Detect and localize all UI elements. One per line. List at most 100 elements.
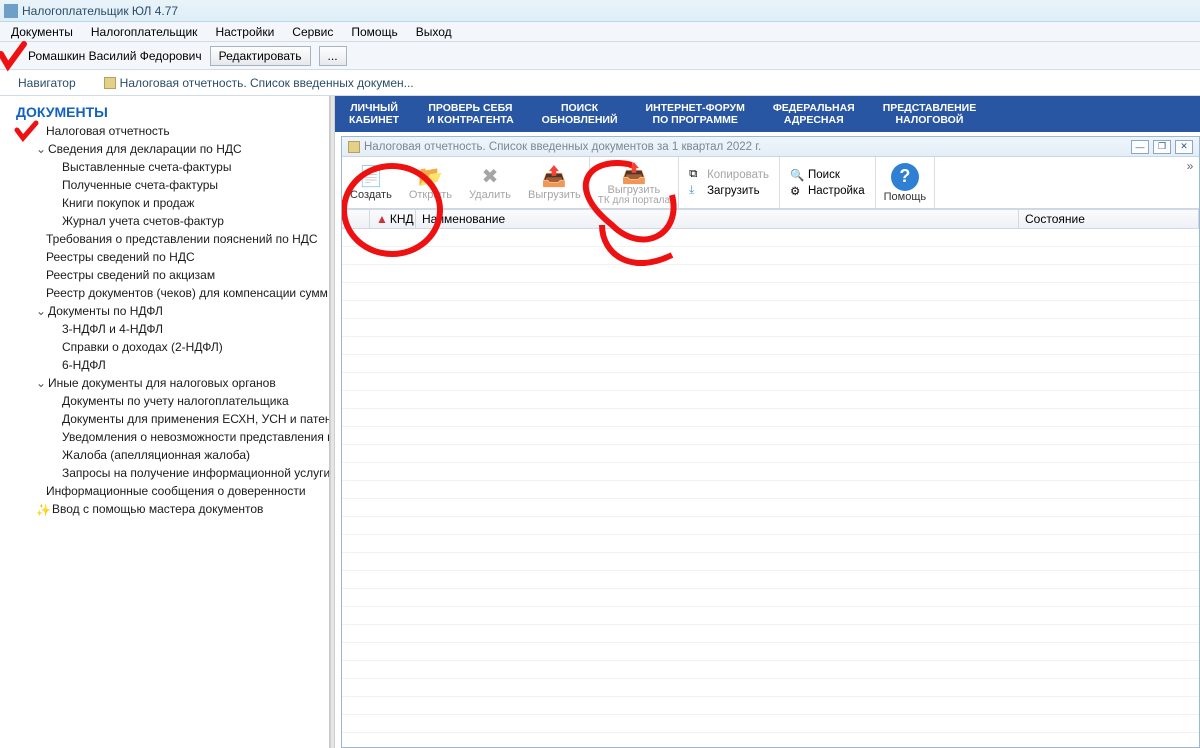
tree-item[interactable]: 6-НДФЛ (16, 356, 329, 374)
tree-item-label: Жалоба (апелляционная жалоба) (62, 448, 250, 462)
tree-item-label: Ввод с помощью мастера документов (52, 502, 263, 516)
toolbar-small-actions: ⧉Копировать ⤓Загрузить (679, 157, 779, 208)
grid-row[interactable] (342, 355, 1199, 373)
child-close-button[interactable]: ✕ (1175, 140, 1193, 154)
grid-row[interactable] (342, 445, 1199, 463)
tree-item[interactable]: ✨Ввод с помощью мастера документов (16, 500, 329, 519)
search-button[interactable]: 🔍Поиск (790, 167, 865, 183)
tab-navigator[interactable]: Навигатор (4, 73, 90, 93)
settings-button[interactable]: ⚙Настройка (790, 183, 865, 199)
child-minimize-button[interactable]: — (1131, 140, 1149, 154)
col-sort[interactable] (342, 210, 370, 228)
grid-row[interactable] (342, 715, 1199, 733)
chevron-down-icon[interactable]: ⌄ (6, 48, 22, 64)
tree-item-label: Выставленные счета-фактуры (62, 160, 231, 174)
menu-taxpayer[interactable]: Налогоплательщик (82, 25, 207, 39)
help-icon: ? (891, 163, 919, 191)
grid-row[interactable] (342, 427, 1199, 445)
topnav-link[interactable]: ПРЕДСТАВЛЕНИЕНАЛОГОВОЙ (869, 102, 991, 126)
copy-button[interactable]: ⧉Копировать (689, 167, 769, 183)
edit-user-button[interactable]: Редактировать (210, 46, 311, 66)
child-maximize-button[interactable]: ❐ (1153, 140, 1171, 154)
grid-row[interactable] (342, 553, 1199, 571)
content-area: ЛИЧНЫЙКАБИНЕТПРОВЕРЬ СЕБЯИ КОНТРАГЕНТАПО… (335, 96, 1200, 748)
grid-row[interactable] (342, 697, 1199, 715)
help-button[interactable]: ? Помощь (875, 157, 936, 208)
grid-row[interactable] (342, 535, 1199, 553)
grid-row[interactable] (342, 409, 1199, 427)
grid-row[interactable] (342, 265, 1199, 283)
tree-item[interactable]: Документы по учету налогоплательщика (16, 392, 329, 410)
tab-doc-list[interactable]: Налоговая отчетность. Список введенных д… (90, 73, 428, 93)
col-name[interactable]: Наименование (416, 210, 1019, 228)
grid-row[interactable] (342, 283, 1199, 301)
tree-item[interactable]: ⌄Иные документы для налоговых органов (16, 374, 329, 392)
data-grid[interactable] (342, 229, 1199, 747)
menu-help[interactable]: Помощь (342, 25, 406, 39)
grid-header: ▲КНД Наименование Состояние (342, 209, 1199, 229)
topnav-link[interactable]: ПОИСКОБНОВЛЕНИЙ (528, 102, 632, 126)
tree-item[interactable]: 3-НДФЛ и 4-НДФЛ (16, 320, 329, 338)
export-tk-button[interactable]: 📤 Выгрузить ТК для портала (590, 157, 679, 208)
grid-row[interactable] (342, 337, 1199, 355)
delete-button[interactable]: ✖ Удалить (461, 157, 520, 208)
tree-item-label: 3-НДФЛ и 4-НДФЛ (62, 322, 163, 336)
grid-row[interactable] (342, 607, 1199, 625)
col-knd[interactable]: ▲КНД (370, 210, 416, 228)
grid-row[interactable] (342, 733, 1199, 747)
child-toolbar: 📄 Создать 📂 Открыть ✖ Удалить 📤 Выгрузит… (342, 157, 1199, 209)
tree-item[interactable]: Уведомления о невозможности представлени… (16, 428, 329, 446)
tree-item[interactable]: ⌄Сведения для декларации по НДС (16, 140, 329, 158)
grid-row[interactable] (342, 391, 1199, 409)
tree-item[interactable]: Выставленные счета-фактуры (16, 158, 329, 176)
topnav-link[interactable]: ЛИЧНЫЙКАБИНЕТ (335, 102, 413, 126)
document-icon (348, 141, 360, 153)
menu-documents[interactable]: Документы (2, 25, 82, 39)
grid-row[interactable] (342, 661, 1199, 679)
tree-item[interactable]: Налоговая отчетность (16, 122, 329, 140)
tree-item[interactable]: Документы для применения ЕСХН, УСН и пат… (16, 410, 329, 428)
grid-row[interactable] (342, 571, 1199, 589)
grid-row[interactable] (342, 481, 1199, 499)
tree-item[interactable]: Реестры сведений по акцизам (16, 266, 329, 284)
grid-row[interactable] (342, 589, 1199, 607)
tree-item-label: Документы по НДФЛ (48, 304, 163, 318)
menu-settings[interactable]: Настройки (206, 25, 283, 39)
create-button[interactable]: 📄 Создать (342, 157, 401, 208)
tree-item[interactable]: Реестры сведений по НДС (16, 248, 329, 266)
tree-item-label: Реестры сведений по НДС (46, 250, 195, 264)
grid-row[interactable] (342, 679, 1199, 697)
tree-item[interactable]: Реестр документов (чеков) для компенсаци… (16, 284, 329, 302)
topnav-link[interactable]: ПРОВЕРЬ СЕБЯИ КОНТРАГЕНТА (413, 102, 528, 126)
tree-item[interactable]: Полученные счета-фактуры (16, 176, 329, 194)
grid-row[interactable] (342, 373, 1199, 391)
col-state[interactable]: Состояние (1019, 210, 1199, 228)
tab-doc-list-label: Налоговая отчетность. Список введенных д… (120, 76, 414, 90)
grid-row[interactable] (342, 517, 1199, 535)
grid-row[interactable] (342, 625, 1199, 643)
menu-exit[interactable]: Выход (407, 25, 461, 39)
tree-item[interactable]: Информационные сообщения о доверенности (16, 482, 329, 500)
tree-item[interactable]: Журнал учета счетов-фактур (16, 212, 329, 230)
grid-row[interactable] (342, 229, 1199, 247)
topnav-link[interactable]: ФЕДЕРАЛЬНАЯАДРЕСНАЯ (759, 102, 869, 126)
export-button[interactable]: 📤 Выгрузить (520, 157, 590, 208)
grid-row[interactable] (342, 643, 1199, 661)
tree-item[interactable]: Справки о доходах (2-НДФЛ) (16, 338, 329, 356)
tree-item[interactable]: Книги покупок и продаж (16, 194, 329, 212)
tree-item[interactable]: Жалоба (апелляционная жалоба) (16, 446, 329, 464)
menu-service[interactable]: Сервис (283, 25, 342, 39)
open-button[interactable]: 📂 Открыть (401, 157, 461, 208)
load-button[interactable]: ⤓Загрузить (689, 183, 769, 199)
user-more-button[interactable]: ... (319, 46, 347, 66)
tree-item[interactable]: ⌄Документы по НДФЛ (16, 302, 329, 320)
tree-item[interactable]: Требования о представлении пояснений по … (16, 230, 329, 248)
grid-row[interactable] (342, 301, 1199, 319)
grid-row[interactable] (342, 247, 1199, 265)
grid-row[interactable] (342, 319, 1199, 337)
grid-row[interactable] (342, 499, 1199, 517)
grid-row[interactable] (342, 463, 1199, 481)
toolbar-overflow-button[interactable]: » (1181, 157, 1199, 208)
tree-item[interactable]: Запросы на получение информационной услу… (16, 464, 329, 482)
topnav-link[interactable]: ИНТЕРНЕТ-ФОРУМПО ПРОГРАММЕ (632, 102, 759, 126)
